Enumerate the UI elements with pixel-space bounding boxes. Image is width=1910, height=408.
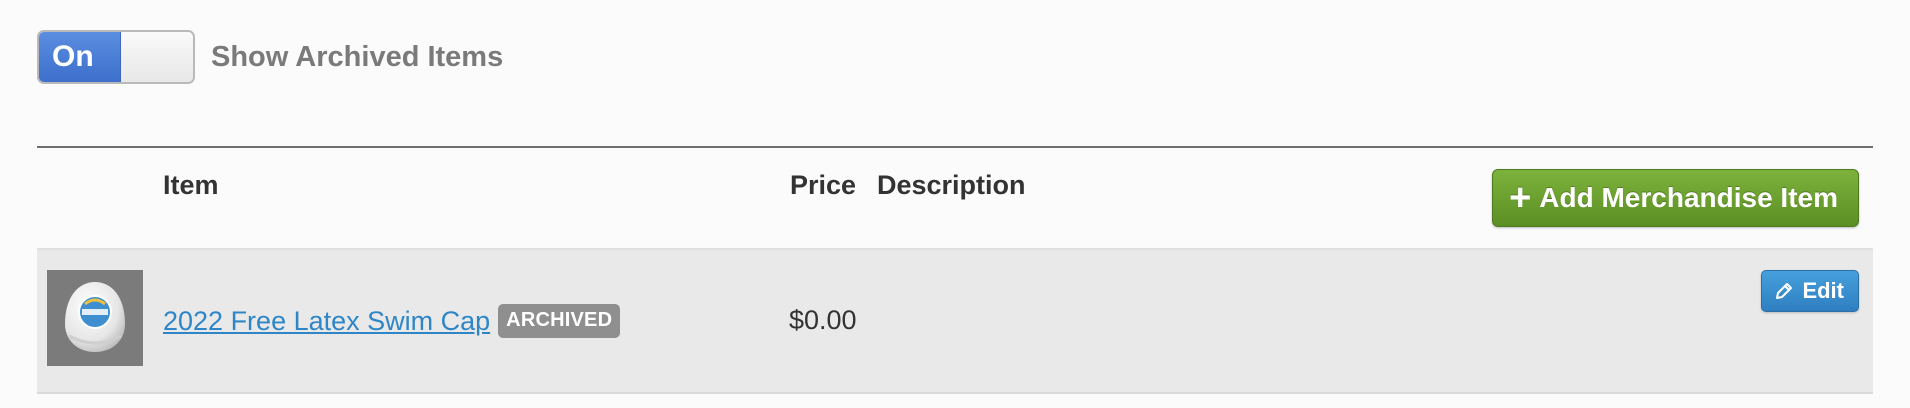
- table-header-row: Item Price Description + Add Merchandise…: [37, 148, 1873, 248]
- edit-button[interactable]: Edit: [1761, 270, 1859, 312]
- swim-cap-thumbnail[interactable]: [47, 270, 143, 366]
- column-header-item: Item: [163, 170, 219, 200]
- toggle-state-label: On: [39, 32, 121, 82]
- column-header-price: Price: [790, 170, 857, 200]
- toggle-knob[interactable]: [121, 32, 193, 82]
- show-archived-label: Show Archived Items: [211, 40, 504, 73]
- item-cell: 2022 Free Latex Swim Cap ARCHIVED: [163, 304, 621, 338]
- item-price: $0.00: [789, 305, 857, 335]
- show-archived-toggle[interactable]: On: [37, 30, 195, 84]
- edit-label: Edit: [1802, 278, 1844, 303]
- add-merchandise-item-label: Add Merchandise Item: [1539, 182, 1838, 213]
- archived-badge: ARCHIVED: [498, 304, 621, 338]
- item-name-link[interactable]: 2022 Free Latex Swim Cap: [163, 306, 490, 337]
- table-row: 2022 Free Latex Swim Cap ARCHIVED $0.00 …: [37, 250, 1873, 394]
- column-header-description: Description: [877, 170, 1026, 200]
- plus-icon: +: [1509, 177, 1532, 219]
- swim-cap-icon: [65, 282, 125, 352]
- show-archived-row: On Show Archived Items: [37, 30, 503, 84]
- add-merchandise-item-button[interactable]: + Add Merchandise Item: [1492, 169, 1859, 227]
- pencil-icon: [1776, 283, 1793, 299]
